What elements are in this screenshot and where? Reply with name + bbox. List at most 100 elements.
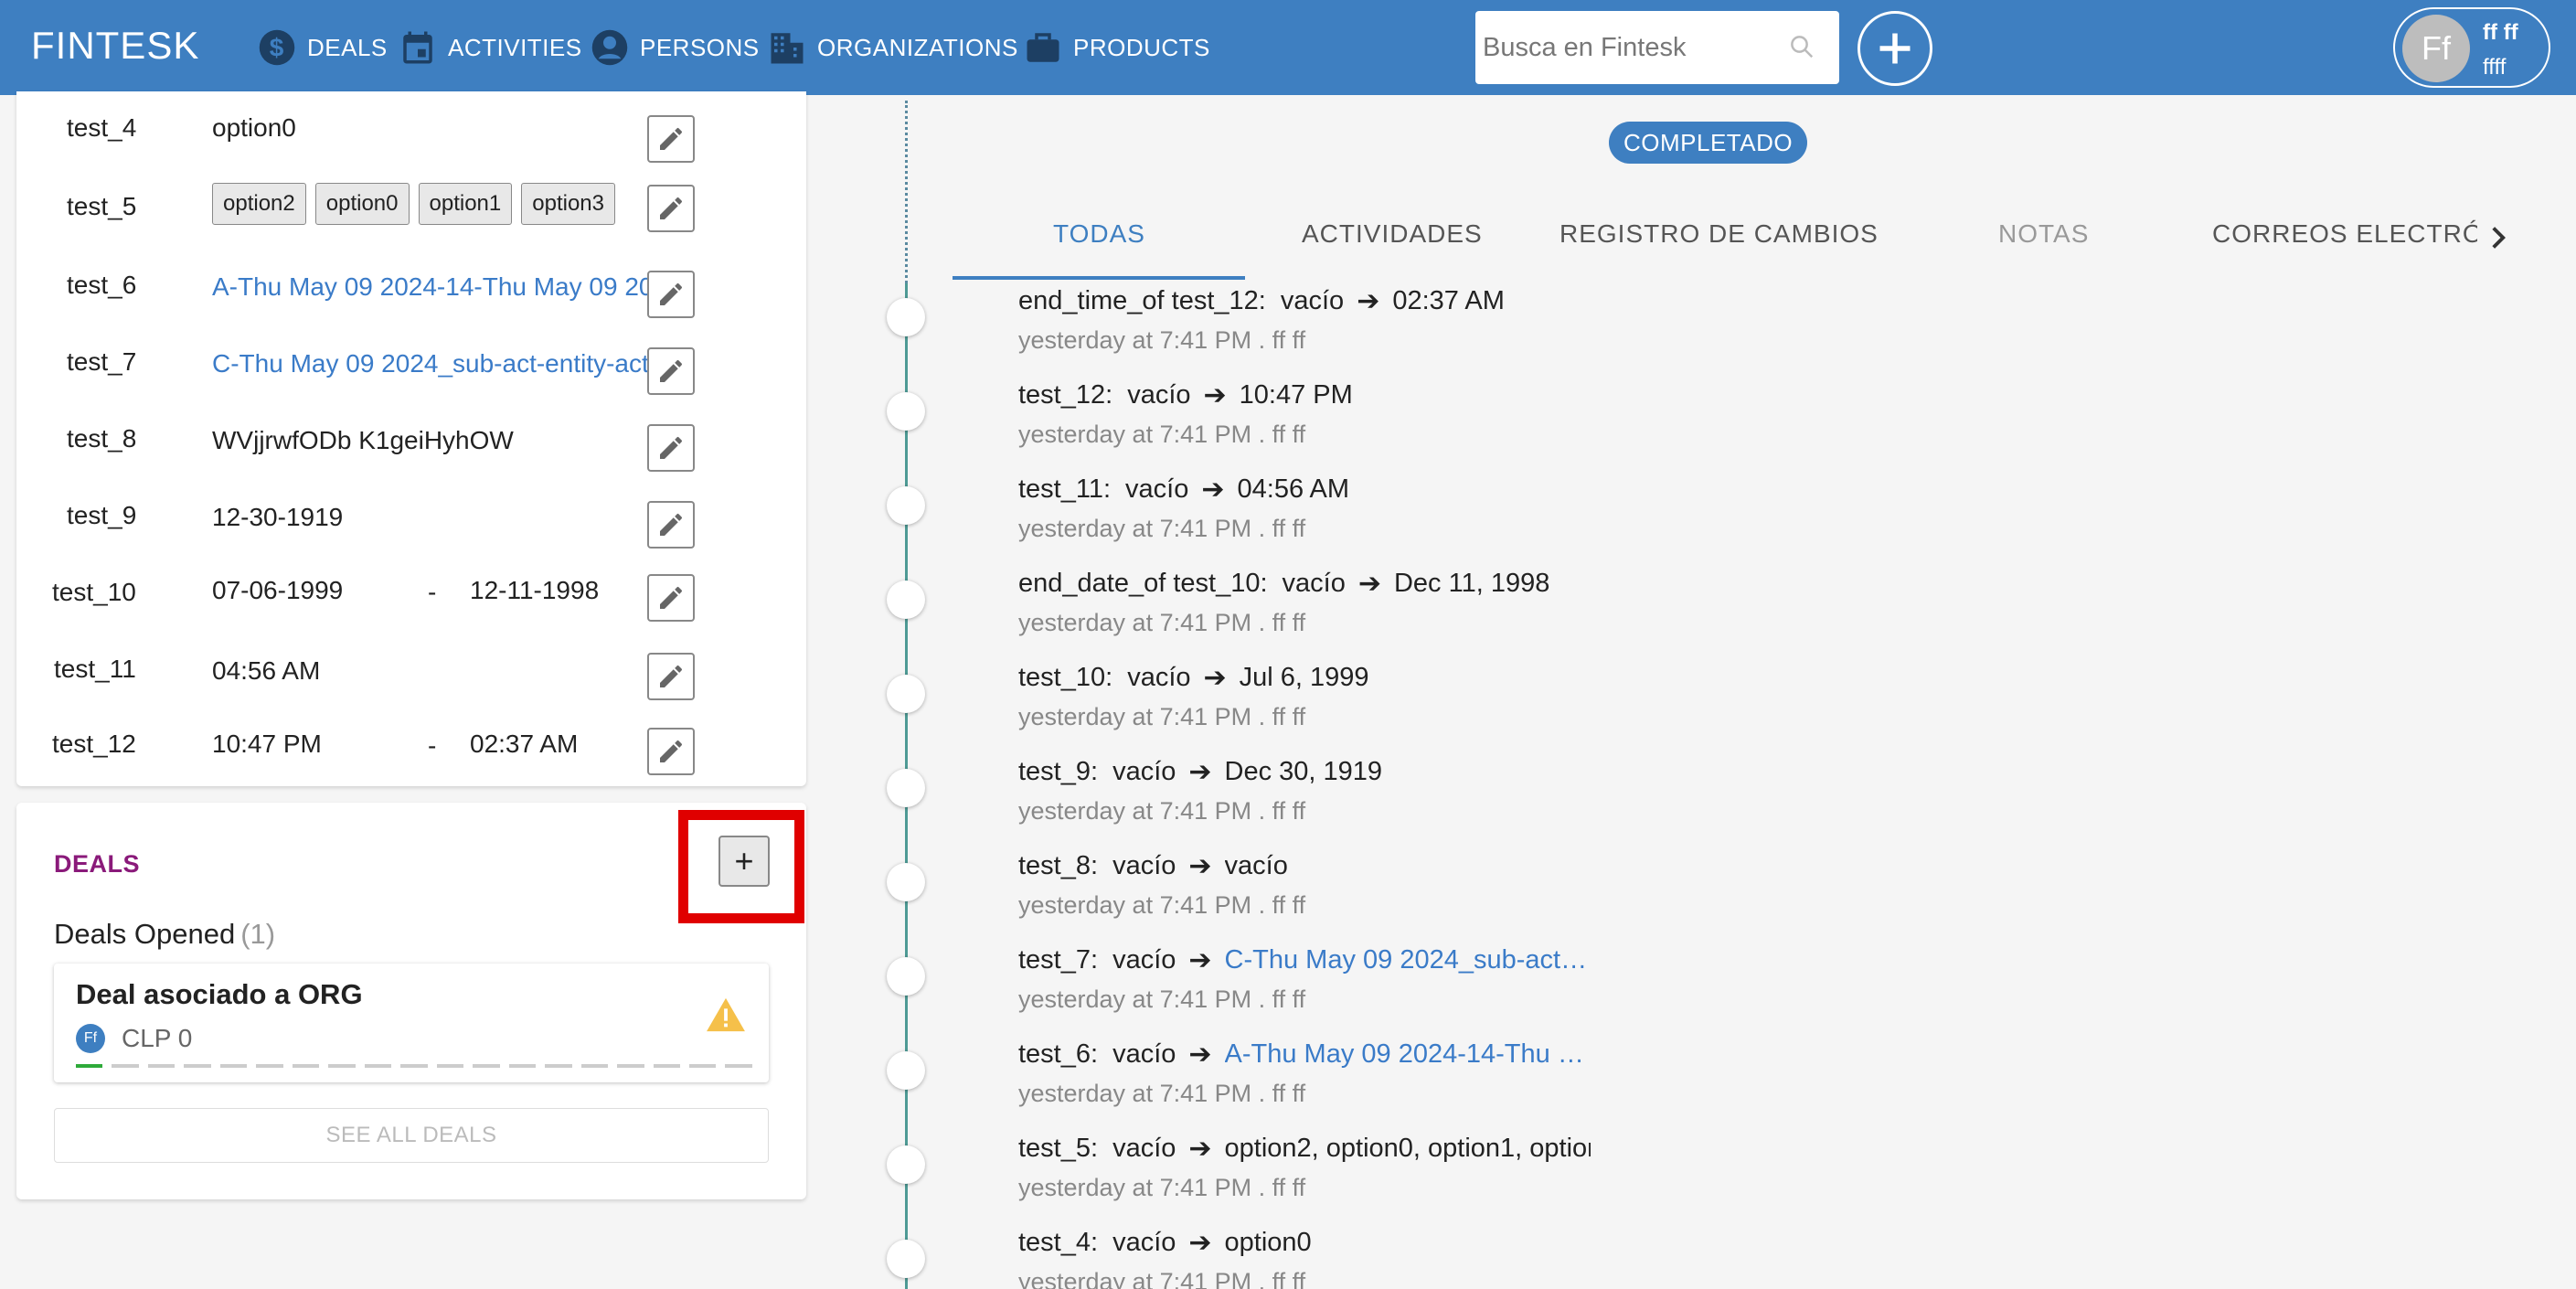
new-value: Jul 6, 1999 [1239,663,1369,692]
field-value-end: 12-11-1998 [470,576,600,604]
changed-field: test_9: [1018,757,1099,786]
tab-correos-electronicos[interactable]: CORREOS ELECTRÓNICOS [2212,219,2477,249]
edit-button[interactable] [647,424,695,472]
deals-opened-heading: Deals Opened (1) [54,918,275,951]
edit-button[interactable] [647,185,695,232]
new-value: 10:47 PM [1239,380,1353,410]
field-row-test-12: test_12 10:47 PM - 02:37 AM [16,715,806,775]
add-deal-button[interactable]: + [719,836,770,887]
field-row-test-7: test_7 C-Thu May 09 2024_sub-act-entity-… [16,335,806,395]
timeline-dot [887,1051,925,1090]
nav-organizations-label: ORGANIZATIONS [817,33,1018,61]
nav-activities-label: ACTIVITIES [448,33,582,61]
old-value: vacío [1112,851,1176,880]
stage-segment [545,1064,572,1068]
change-line: test_7: vacío ➔ C-Thu May 09 2024_sub-act-e… [1018,944,1591,976]
stage-segment [436,1064,464,1068]
change-meta: yesterday at 7:41 PM . ff ff [1018,1268,1306,1289]
tab-registro-de-cambios[interactable]: REGISTRO DE CAMBIOS [1559,219,1879,249]
search-icon[interactable] [1788,33,1815,60]
arrow-right-icon: ➔ [1188,945,1212,975]
plus-icon [1879,33,1911,64]
range-separator: - [428,578,437,606]
field-value-start: 07-06-1999 [212,576,344,604]
timeline-entry: test_8: vacío ➔ vacío yesterday at 7:41 PM .… [1018,850,1305,920]
changed-field: test_8: [1018,851,1099,880]
edit-button[interactable] [647,653,695,700]
edit-button[interactable] [647,574,695,622]
new-value: option2, option0, option1, option3 [1224,1134,1591,1163]
field-label: test_7 [67,347,137,376]
avatar: Ff [2402,15,2470,82]
status-badge: COMPLETADO [1609,122,1808,164]
change-line: test_5: vacío ➔ option2, option0, option1, … [1018,1133,1591,1165]
edit-button[interactable] [647,728,695,775]
nav-persons[interactable]: PERSONS [591,26,760,69]
tab-actividades[interactable]: ACTIVIDADES [1302,219,1483,249]
edit-button[interactable] [647,271,695,318]
timeline-entry: test_7: vacío ➔ C-Thu May 09 2024_sub-act-e… [1018,944,1591,1014]
pencil-icon [660,127,683,150]
field-value-link[interactable]: A-Thu May 09 2024-14-Thu May 09 2024 [212,272,653,302]
nav-activities[interactable]: ACTIVITIES [399,26,582,69]
old-value: vacío [1280,286,1345,315]
new-value: option0 [1224,1228,1312,1257]
pencil-icon [660,359,683,382]
new-value: 04:56 AM [1237,474,1350,504]
arrow-right-icon: ➔ [1357,569,1381,599]
building-icon [771,33,804,64]
dollar-circle-icon: $ [259,29,295,66]
timeline-dot [887,298,925,336]
timeline-entry: test_9: vacío ➔ Dec 30, 1919 yesterday at 7:… [1018,756,1382,826]
change-line: end_time_of test_12: vacío ➔ 02:37 AM [1018,285,1505,317]
change-meta: yesterday at 7:41 PM . ff ff [1018,326,1306,354]
deal-amount: CLP 0 [122,1024,193,1052]
change-line: test_11: vacío ➔ 04:56 AM [1018,474,1349,506]
stage-segment [184,1064,211,1068]
field-row-test-10: test_10 07-06-1999 - 12-11-1998 [16,563,806,622]
changed-field: test_7: [1018,945,1099,975]
field-value-link[interactable]: C-Thu May 09 2024_sub-act-entity-act [212,349,653,378]
tab-notas[interactable]: NOTAS [1998,219,2089,249]
tab-todas[interactable]: TODAS [1053,219,1145,249]
timeline-entry: test_4: vacío ➔ option0 yesterday at 7:41 PM… [1018,1227,1312,1289]
change-line: test_10: vacío ➔ Jul 6, 1999 [1018,662,1369,694]
search-input[interactable] [1483,32,1775,63]
timeline-dot [887,392,925,431]
chevron-right-icon[interactable] [2488,225,2508,250]
user-subtitle: ffff [2483,55,2507,80]
chip: option3 [521,183,615,225]
stage-segment [219,1064,248,1068]
deal-card[interactable]: Deal asociado a ORG Ff CLP 0 [54,964,769,1082]
changed-field: test_5: [1018,1134,1099,1163]
old-value: vacío [1112,1228,1176,1257]
nav-organizations[interactable]: ORGANIZATIONS [768,26,1018,69]
field-value: option0 [212,113,296,142]
pencil-icon [660,436,683,459]
edit-button[interactable] [647,501,695,549]
field-row-test-5: test_5 option2 option0 option1 option3 [16,170,806,232]
brand-logo[interactable]: FINTESK [31,24,199,68]
range-separator: - [428,731,437,760]
arrow-right-icon: ➔ [1188,851,1212,881]
timeline-entry: test_10: vacío ➔ Jul 6, 1999 yesterday at 7:… [1018,662,1369,731]
new-value[interactable]: C-Thu May 09 2024_sub-act-entity-act [1225,945,1591,975]
user-menu[interactable]: Ff ff ff ffff [2393,7,2550,88]
nav-products[interactable]: PRODUCTS [1024,26,1210,69]
briefcase-icon [1027,33,1059,62]
global-add-button[interactable] [1857,11,1932,86]
search-box [1475,11,1839,84]
see-all-deals-button[interactable]: SEE ALL DEALS [54,1108,769,1163]
timeline-entry: test_11: vacío ➔ 04:56 AM yesterday at 7:41 … [1018,474,1349,543]
field-label: test_12 [52,730,136,758]
new-value[interactable]: A-Thu May 09 2024-14-Thu May 09 2024 [1225,1039,1591,1070]
arrow-right-icon: ➔ [1188,1134,1212,1164]
field-label: test_5 [67,192,137,220]
edit-button[interactable] [647,115,695,163]
timeline-dot [887,581,925,619]
edit-button[interactable] [647,347,695,395]
old-value: vacío [1112,757,1176,786]
deal-name[interactable]: Deal asociado a ORG [76,978,363,1011]
stage-segment [653,1064,680,1068]
nav-deals[interactable]: $ DEALS [258,26,388,69]
